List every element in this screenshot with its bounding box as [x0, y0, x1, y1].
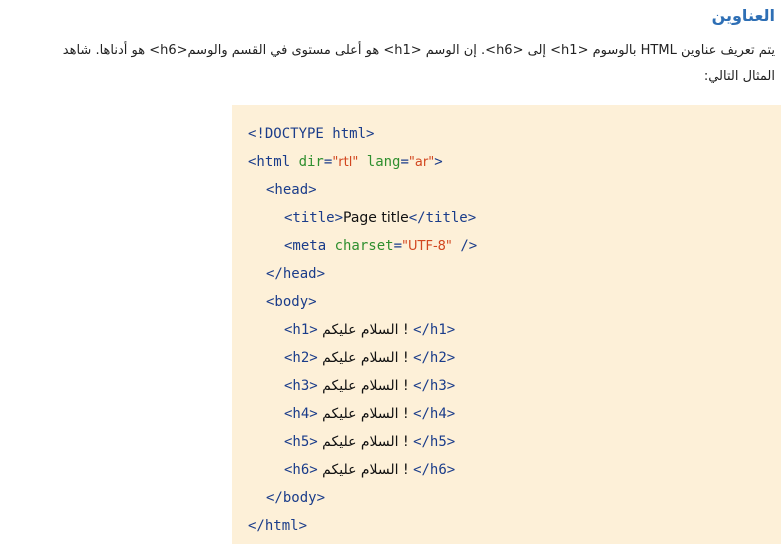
- lang-value: "ar": [408, 155, 435, 170]
- meta-open-token: <meta: [284, 238, 335, 254]
- h6-close-token: </h6>: [413, 462, 456, 478]
- meta-close-token: />: [451, 238, 478, 254]
- h4-close-token: </h4>: [413, 406, 456, 422]
- code-line-head-open: <head>: [232, 176, 781, 204]
- h1-text: السلام عليكم !: [317, 322, 414, 338]
- code-line-meta: <meta charset="UTF-8" />: [232, 232, 781, 260]
- h5-close-token: </h5>: [413, 434, 456, 450]
- code-line-h3: <h3> السلام عليكم ! </h3>: [232, 372, 781, 400]
- h5-open-token: <h5>: [284, 434, 318, 450]
- dir-attribute: dir: [298, 154, 324, 170]
- h3-close-token: </h3>: [413, 378, 456, 394]
- code-line-h2: <h2> السلام عليكم ! </h2>: [232, 344, 781, 372]
- code-line-html-open: <html dir="rtl" lang="ar">: [232, 148, 781, 176]
- code-line-h4: <h4> السلام عليكم ! </h4>: [232, 400, 781, 428]
- code-line-body-open: <body>: [232, 288, 781, 316]
- body-close-token: </body>: [266, 490, 326, 506]
- h6-open-token: <h6>: [284, 462, 318, 478]
- h4-open-token: <h4>: [284, 406, 318, 422]
- code-line-h5: <h5> السلام عليكم ! </h5>: [232, 428, 781, 456]
- lang-attribute: lang: [366, 154, 401, 170]
- code-line-html-close: </html>: [232, 512, 781, 540]
- equals-sign: =: [400, 154, 409, 170]
- code-line-h1: <h1> السلام عليكم ! </h1>: [232, 316, 781, 344]
- section-heading: العناوين: [711, 6, 775, 25]
- h1-open-token: <h1>: [284, 322, 318, 338]
- h3-open-token: <h3>: [284, 378, 318, 394]
- body-open-token: <body>: [266, 294, 317, 310]
- charset-attribute: charset: [334, 238, 394, 254]
- h2-close-token: </h2>: [413, 350, 456, 366]
- charset-value: "UTF-8": [402, 239, 452, 254]
- dir-value: "rtl": [332, 155, 359, 170]
- doctype-token: <!DOCTYPE html>: [248, 126, 375, 142]
- h3-text: السلام عليكم !: [317, 378, 414, 394]
- h4-text: السلام عليكم !: [317, 406, 414, 422]
- html-close-token: </html>: [248, 518, 308, 534]
- intro-line-2: المثال التالي:: [703, 69, 775, 84]
- h2-open-token: <h2>: [284, 350, 318, 366]
- h2-text: السلام عليكم !: [317, 350, 414, 366]
- code-line-title: <title>Page title</title>: [232, 204, 781, 232]
- h6-text: السلام عليكم !: [317, 462, 414, 478]
- intro-line-1: يتم تعريف عناوين HTML بالوسوم <h1> إلى <…: [62, 43, 775, 58]
- code-line-head-close: </head>: [232, 260, 781, 288]
- code-example-block: <!DOCTYPE html> <html dir="rtl" lang="ar…: [232, 105, 781, 544]
- intro-paragraph: يتم تعريف عناوين HTML بالوسوم <h1> إلى <…: [0, 38, 775, 90]
- html-open-close-bracket: >: [434, 154, 443, 170]
- html-open-token: <html: [248, 154, 299, 170]
- code-line-h6: <h6> السلام عليكم ! </h6>: [232, 456, 781, 484]
- head-open-token: <head>: [266, 182, 317, 198]
- h1-close-token: </h1>: [413, 322, 456, 338]
- code-line-body-close: </body>: [232, 484, 781, 512]
- head-close-token: </head>: [266, 266, 326, 282]
- code-line-doctype: <!DOCTYPE html>: [232, 120, 781, 148]
- h5-text: السلام عليكم !: [317, 434, 414, 450]
- title-text: Page title: [343, 210, 409, 226]
- title-open-token: <title>: [284, 210, 344, 226]
- equals-sign: =: [393, 238, 403, 254]
- title-close-token: </title>: [408, 210, 477, 226]
